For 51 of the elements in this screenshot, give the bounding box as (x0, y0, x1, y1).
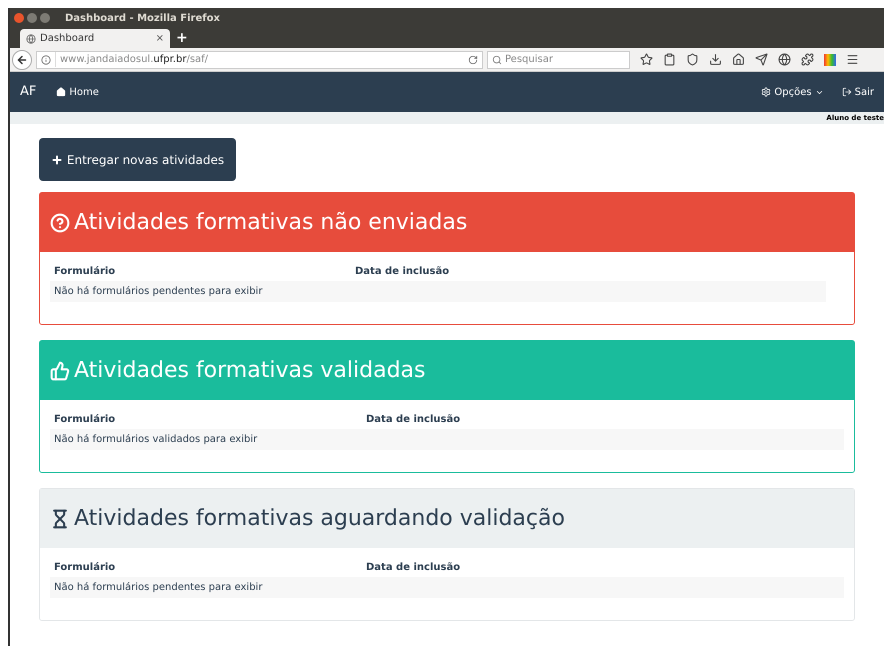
maximize-window-icon[interactable] (40, 13, 50, 23)
back-button[interactable] (12, 50, 32, 70)
back-arrow-icon (16, 54, 28, 66)
column-header: Data de inclusão (355, 265, 450, 279)
tab-title: Dashboard (40, 32, 96, 46)
shield-icon[interactable] (686, 53, 699, 66)
gear-icon (761, 87, 772, 97)
thumbs-up-icon (50, 360, 70, 380)
column-header: Formulário (54, 413, 116, 427)
star-icon[interactable] (640, 53, 653, 66)
plus-icon (50, 154, 63, 166)
column-header: Formulário (54, 265, 116, 279)
column-header: Formulário (54, 561, 116, 575)
home-icon[interactable] (732, 53, 745, 66)
new-tab-button[interactable]: + (176, 29, 188, 47)
window-title: Dashboard - Mozilla Firefox (65, 12, 220, 26)
search-input[interactable]: Pesquisar (505, 52, 615, 67)
panel-title: Atividades formativas não enviadas (74, 209, 468, 237)
column-header: Data de inclusão (366, 413, 460, 427)
brand[interactable]: AF (20, 82, 36, 102)
menu-icon[interactable] (846, 53, 859, 66)
logout-link[interactable]: Sair (842, 84, 874, 100)
extension-icon[interactable] (801, 53, 814, 66)
address-field[interactable]: www.jandaiadosul.ufpr.br/saf/ (36, 50, 483, 68)
url-text: www.jandaiadosul.ufpr.br/saf/ (55, 52, 464, 67)
panel-title: Atividades formativas validadas (74, 357, 426, 385)
panel-title: Atividades formativas aguardando validação (74, 505, 565, 533)
search-field[interactable]: Pesquisar (487, 50, 630, 68)
deliver-activities-button[interactable]: Entregar novas atividades (39, 138, 236, 181)
empty-message: Não há formulários pendentes para exibir (54, 581, 262, 595)
minimize-window-icon[interactable] (27, 13, 37, 23)
page-icon (26, 34, 36, 44)
browser-tab[interactable]: Dashboard × (20, 29, 170, 48)
info-icon (41, 54, 51, 64)
hourglass-icon (50, 508, 70, 528)
empty-message: Não há formulários validados para exibir (54, 433, 258, 447)
clipboard-icon[interactable] (663, 53, 676, 66)
question-icon (50, 212, 70, 232)
home-icon (56, 87, 66, 97)
column-header: Data de inclusão (366, 561, 460, 575)
logout-icon (842, 87, 852, 97)
close-window-icon[interactable] (14, 13, 24, 23)
send-icon[interactable] (755, 53, 768, 66)
tab-close-button[interactable]: × (156, 31, 164, 46)
download-icon[interactable] (709, 53, 722, 66)
empty-message: Não há formulários pendentes para exibir (54, 285, 262, 299)
home-link[interactable]: Home (56, 84, 99, 100)
reload-icon[interactable] (468, 54, 478, 64)
search-icon (492, 54, 502, 64)
globe-icon[interactable] (778, 53, 791, 66)
options-menu[interactable]: Opções (761, 84, 824, 100)
